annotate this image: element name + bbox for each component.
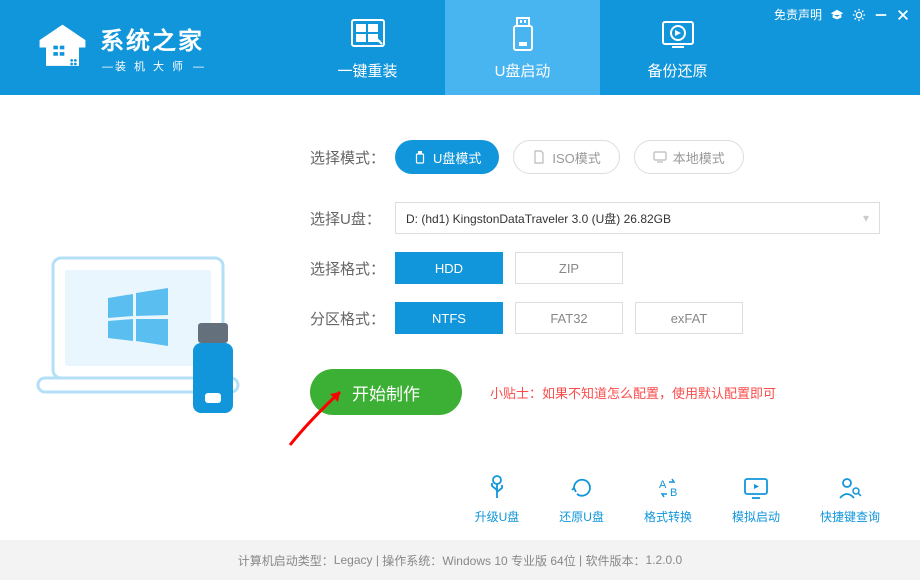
tab-usb-boot[interactable]: U盘启动 [445,0,600,95]
monitor-play-icon [742,474,770,502]
iso-file-icon [532,150,546,164]
simulate-boot-button[interactable]: 模拟启动 [732,474,780,525]
format-convert-button[interactable]: AB 格式转换 [644,474,692,525]
laptop-usb-illustration [33,228,263,448]
mode-local-button[interactable]: 本地模式 [634,140,744,174]
format-zip-button[interactable]: ZIP [515,252,623,284]
mode-label: 选择模式： [310,147,395,168]
minimize-icon[interactable] [874,8,888,22]
status-bar: 计算机启动类型：Legacy | 操作系统：Windows 10 专业版 64位… [0,540,920,580]
monitor-icon [653,150,667,164]
graduation-icon[interactable] [830,8,844,22]
tab-label: U盘启动 [495,60,551,81]
mode-iso-button[interactable]: ISO模式 [513,140,619,174]
udisk-select[interactable]: D: (hd1) KingstonDataTraveler 3.0 (U盘) 2… [395,202,880,234]
udisk-value: D: (hd1) KingstonDataTraveler 3.0 (U盘) 2… [406,210,671,227]
start-button[interactable]: 开始制作 [310,369,462,415]
tab-label: 备份还原 [647,60,707,81]
usb-drive-icon [503,14,543,54]
usb-icon [413,150,427,164]
tip-text: 小贴士：如果不知道怎么配置，使用默认配置即可 [490,383,776,402]
hotkey-query-button[interactable]: 快捷键查询 [820,474,880,525]
svg-text:A: A [659,479,667,491]
settings-icon[interactable] [852,8,866,22]
disclaimer-link[interactable]: 免责声明 [774,6,822,23]
format-hdd-button[interactable]: HDD [395,252,503,284]
tab-backup[interactable]: 备份还原 [600,0,755,95]
upgrade-usb-button[interactable]: 升级U盘 [475,474,520,525]
chevron-down-icon: ▾ [863,211,869,225]
app-subtitle: 装机大师 [100,58,206,74]
partition-exfat-button[interactable]: exFAT [635,302,743,334]
partition-label: 分区格式： [310,308,395,329]
logo: 系统之家 装机大师 [0,0,290,95]
format-label: 选择格式： [310,258,395,279]
partition-fat32-button[interactable]: FAT32 [515,302,623,334]
close-icon[interactable] [896,8,910,22]
logo-icon [35,20,90,75]
udisk-label: 选择U盘： [310,208,395,229]
convert-icon: AB [654,474,682,502]
app-title: 系统之家 [100,21,206,56]
mode-usb-button[interactable]: U盘模式 [395,140,499,174]
tab-reinstall[interactable]: 一键重装 [290,0,445,95]
backup-restore-icon [658,14,698,54]
person-search-icon [836,474,864,502]
windows-install-icon [348,14,388,54]
restore-usb-button[interactable]: 还原U盘 [559,474,604,525]
partition-ntfs-button[interactable]: NTFS [395,302,503,334]
usb-upgrade-icon [483,474,511,502]
restore-icon [568,474,596,502]
svg-text:B: B [670,487,677,499]
tab-label: 一键重装 [337,60,397,81]
